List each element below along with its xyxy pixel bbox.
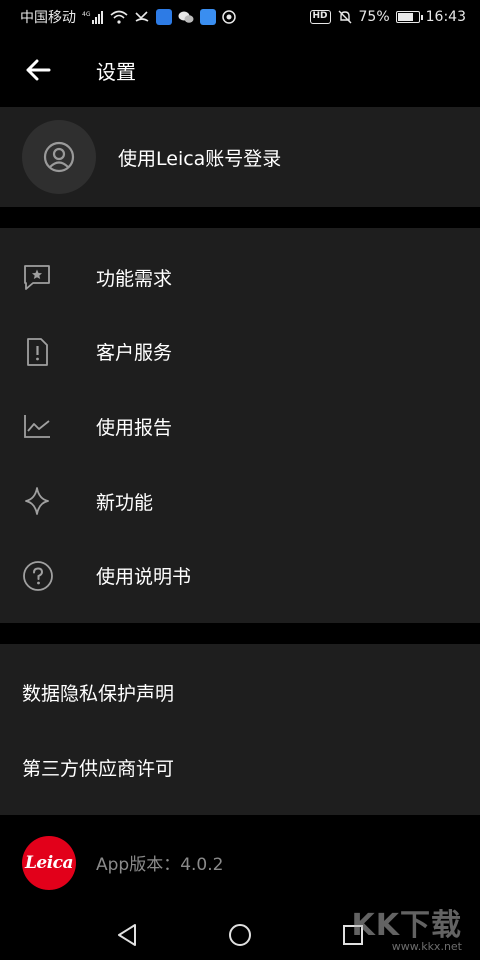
triangle-back-icon — [117, 924, 136, 946]
app-bar: 设置 — [0, 34, 480, 106]
login-row[interactable]: 使用Leica账号登录 — [0, 107, 480, 207]
login-label: 使用Leica账号登录 — [118, 147, 282, 170]
sparkle-icon — [25, 487, 49, 515]
carrier-label: 中国移动 — [20, 10, 76, 26]
avatar — [22, 120, 96, 194]
network-type: 4G — [82, 11, 91, 18]
legal-list: 数据隐私保护声明 第三方供应商许可 — [0, 644, 480, 815]
document-alert-icon — [27, 337, 48, 366]
menu-item-label: 新功能 — [96, 491, 154, 514]
app-info-footer: Leica App版本：4.0.2 — [0, 815, 480, 910]
menu-item-usage-report[interactable]: 使用报告 — [0, 389, 480, 464]
menu-item-manual[interactable]: 使用说明书 — [0, 538, 480, 613]
page-title: 设置 — [96, 59, 136, 84]
wifi-icon — [110, 9, 128, 25]
hd-badge: HD — [309, 10, 331, 24]
arrow-left-icon — [26, 59, 51, 81]
menu-item-customer-service[interactable]: 客户服务 — [0, 315, 480, 390]
menu-item-new-features[interactable]: 新功能 — [0, 464, 480, 539]
menu-item-feature-request[interactable]: 功能需求 — [0, 240, 480, 315]
watermark-logo: KK下载 — [351, 908, 462, 943]
menu-item-label: 使用说明书 — [96, 566, 192, 589]
watermark: KK下载 www.kkx.net — [352, 900, 463, 953]
app-version: App版本：4.0.2 — [96, 855, 224, 875]
leica-logo: Leica — [22, 835, 76, 890]
help-circle-icon — [23, 560, 53, 591]
menu-item-label: 使用报告 — [96, 416, 173, 439]
baidu-app-icon — [200, 9, 216, 25]
circle-home-icon — [228, 924, 251, 946]
battery-icon — [395, 11, 423, 23]
menu-list: 功能需求 客户服务 使用报告 新功能 使用说明书 — [0, 228, 480, 623]
nav-back-button[interactable] — [102, 912, 152, 958]
missed-call-icon — [134, 9, 150, 25]
menu-item-label: 客户服务 — [96, 342, 173, 365]
chat-star-icon — [24, 265, 50, 291]
line-chart-icon — [24, 415, 50, 439]
battery-percent: 75% — [358, 9, 390, 25]
status-bar: 中国移动 4G HD 75% 16:43 — [0, 0, 480, 34]
back-button[interactable] — [0, 34, 76, 106]
wechat-icon — [178, 9, 194, 25]
app-notification-icon — [222, 9, 236, 25]
navigation-app-icon — [156, 9, 172, 25]
clock: 16:43 — [425, 9, 466, 25]
user-circle-icon — [43, 141, 75, 173]
signal-icon: 4G — [82, 9, 104, 25]
mute-bell-icon — [337, 9, 353, 25]
third-party-licenses-link[interactable]: 第三方供应商许可 — [0, 730, 480, 805]
privacy-statement-link[interactable]: 数据隐私保护声明 — [0, 655, 480, 730]
nav-home-button[interactable] — [215, 912, 265, 958]
menu-item-label: 功能需求 — [96, 267, 173, 290]
